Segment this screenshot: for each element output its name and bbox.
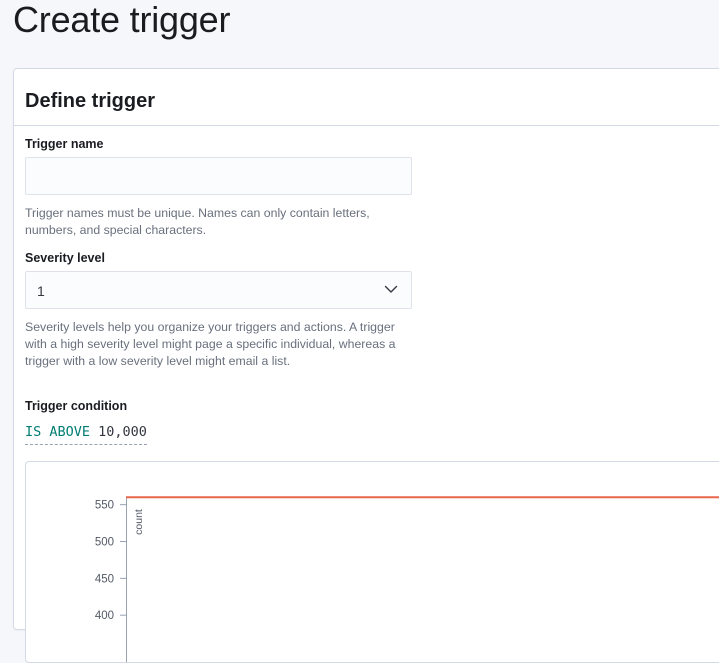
y-tick-label: 450 [95,573,114,585]
panel-title: Define trigger [25,90,156,112]
trigger-name-help-line: numbers, and special characters. [25,223,207,237]
y-tick-label: 550 [95,500,114,512]
trigger-chart: 550 500 450 400 count [25,461,719,663]
define-trigger-panel: Define trigger Trigger name Trigger name… [13,68,719,663]
trigger-condition-expression[interactable]: IS ABOVE 10,000 [25,423,147,445]
severity-help-line: with a high severity level might page a … [25,337,396,351]
page-title: Create trigger [13,0,231,40]
trigger-name-help-line: Trigger names must be unique. Names can … [25,206,370,220]
y-tick-label: 400 [95,610,114,622]
trigger-name-input[interactable] [25,157,412,195]
y-tick-label: 500 [95,536,114,548]
trigger-condition-label: Trigger condition [25,399,128,413]
panel-header: Define trigger [14,69,719,126]
severity-help-line: trigger with a low severity level might … [25,354,291,368]
severity-level-select[interactable]: 1 [25,271,412,309]
condition-value: 10,000 [98,424,147,440]
trigger-name-help: Trigger names must be unique. Names can … [25,205,420,239]
trigger-chart-svg: 550 500 450 400 count [95,496,719,662]
chevron-down-icon [384,285,398,293]
trigger-name-label: Trigger name [25,137,104,151]
severity-help-line: Severity levels help you organize your t… [25,320,395,334]
severity-level-help: Severity levels help you organize your t… [25,319,420,370]
severity-selected-value: 1 [37,283,45,299]
condition-operator: IS ABOVE [25,424,91,440]
severity-level-label: Severity level [25,251,105,265]
y-axis-label: count [133,509,145,535]
